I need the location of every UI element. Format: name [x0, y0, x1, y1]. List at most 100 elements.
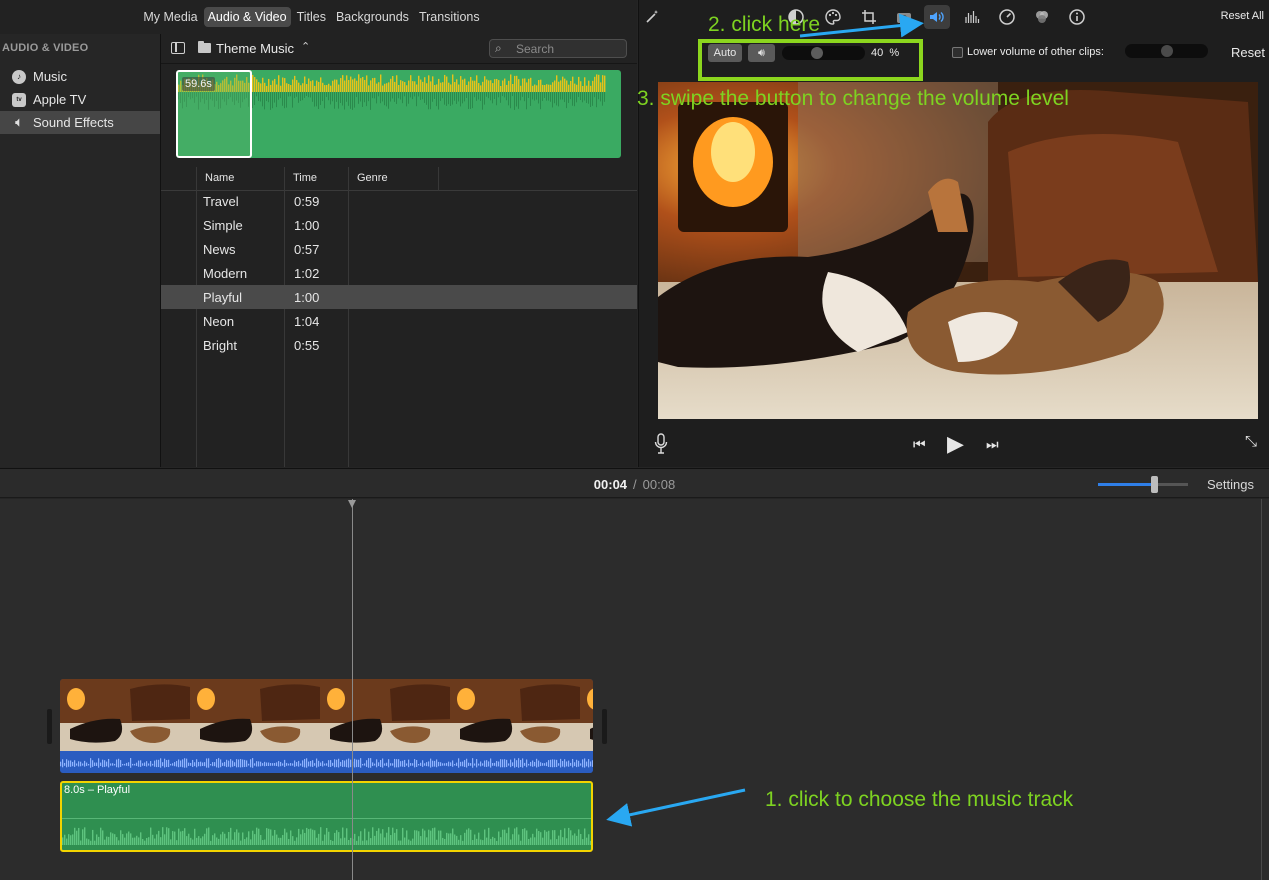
lower-volume-label: Lower volume of other clips: — [967, 46, 1104, 58]
color-palette-icon[interactable] — [820, 5, 846, 29]
tab-backgrounds[interactable]: Backgrounds — [332, 7, 413, 27]
annotation-step-3: 3. swipe the button to change the volume… — [637, 87, 1069, 110]
row-time: 0:59 — [294, 194, 320, 209]
audio-preview-waveform[interactable]: 59.6s — [176, 70, 621, 158]
playhead[interactable] — [352, 499, 353, 880]
video-clip[interactable] — [60, 679, 593, 773]
search-field[interactable]: ⌕ — [489, 39, 627, 58]
clip-thumbnail — [190, 679, 320, 751]
sidebar-item-music[interactable]: ♪ Music — [0, 65, 160, 88]
tab-audio-video[interactable]: Audio & Video — [203, 7, 291, 27]
fullscreen-icon[interactable]: ⤡ — [1245, 433, 1257, 450]
media-browser: My Media Audio & Video Titles Background… — [0, 0, 637, 467]
skip-back-icon[interactable]: ⏮︎ — [913, 436, 926, 453]
column-header-name[interactable]: Name — [205, 172, 234, 184]
info-icon[interactable] — [1064, 5, 1090, 29]
sidebar-heading: AUDIO & VIDEO — [2, 42, 89, 54]
clip-thumbnail — [60, 679, 190, 751]
timeline[interactable]: 8.0s – Playful — [0, 499, 1269, 880]
chevron-updown-icon[interactable]: ⌃ — [301, 40, 310, 53]
speaker-icon: 🔈︎ — [15, 115, 23, 129]
browser-toolbar: Theme Music ⌃ ⌕ — [161, 34, 637, 64]
play-icon[interactable]: ▶ — [947, 431, 964, 457]
row-name: News — [203, 242, 236, 257]
row-name: Playful — [203, 290, 243, 305]
row-time: 1:04 — [294, 314, 320, 329]
total-time: 00:08 — [642, 477, 676, 492]
row-name: Neon — [203, 314, 235, 329]
row-time: 1:00 — [294, 290, 320, 305]
table-row[interactable]: Neon 1:04 — [161, 309, 637, 333]
clip-audio-waveform — [60, 751, 593, 773]
zoom-slider-fill — [1098, 483, 1154, 486]
row-time: 0:57 — [294, 242, 320, 257]
table-row[interactable]: Bright 0:55 — [161, 333, 637, 357]
clip-right-handle[interactable] — [602, 709, 607, 744]
timeline-settings-button[interactable]: Settings — [1207, 477, 1254, 492]
appletv-icon: tv — [12, 92, 26, 107]
filters-icon[interactable] — [1029, 5, 1055, 29]
sidebar-item-label: Music — [33, 69, 67, 84]
search-input[interactable] — [516, 41, 621, 56]
table-header: Name Time Genre — [161, 167, 637, 191]
magic-wand-icon[interactable] — [639, 5, 665, 29]
row-name: Modern — [203, 266, 248, 281]
video-frame-image — [658, 82, 1258, 419]
table-row[interactable]: Simple 1:00 — [161, 213, 637, 237]
row-name: Travel — [203, 194, 239, 209]
column-header-time[interactable]: Time — [293, 172, 317, 184]
music-icon: ♪ — [12, 69, 26, 84]
annotation-step-1: 1. click to choose the music track — [765, 788, 1074, 811]
current-time: 00:04 — [593, 477, 628, 492]
video-preview — [658, 82, 1258, 419]
clip-thumbnail — [320, 679, 450, 751]
stabilization-icon[interactable] — [891, 5, 917, 29]
noise-reduction-icon[interactable] — [959, 5, 985, 29]
selection-duration: 59.6s — [182, 77, 215, 91]
music-waveform — [62, 827, 591, 845]
crop-icon[interactable] — [856, 5, 882, 29]
annotation-highlight-box — [698, 39, 923, 81]
reset-all-button[interactable]: Reset All — [1221, 10, 1264, 22]
table-row[interactable]: News 0:57 — [161, 237, 637, 261]
table-row[interactable]: Travel 0:59 — [161, 189, 637, 213]
table-row[interactable]: Modern 1:02 — [161, 261, 637, 285]
row-name: Bright — [203, 338, 237, 353]
clip-thumbnail — [580, 679, 593, 751]
column-header-genre[interactable]: Genre — [357, 172, 388, 184]
timecode: 00:04 / 00:08 — [0, 477, 1269, 492]
table-row[interactable]: Playful 1:00 — [161, 285, 637, 309]
skip-forward-icon[interactable]: ⏭︎ — [986, 436, 999, 453]
playhead-marker-icon[interactable] — [348, 500, 356, 508]
sidebar-item-sound-effects[interactable]: 🔈︎ Sound Effects — [0, 111, 160, 134]
zoom-slider[interactable] — [1098, 476, 1188, 493]
row-time: 1:02 — [294, 266, 320, 281]
zoom-slider-knob[interactable] — [1150, 476, 1158, 493]
tab-my-media[interactable]: My Media — [139, 7, 201, 27]
tab-titles[interactable]: Titles — [293, 7, 330, 27]
media-tabs: My Media Audio & Video Titles Background… — [0, 0, 637, 34]
reset-button[interactable]: Reset — [1231, 45, 1265, 60]
time-separator: / — [633, 477, 637, 492]
timeline-toolbar: 00:04 / 00:08 Settings — [0, 468, 1269, 498]
tab-transitions[interactable]: Transitions — [415, 7, 484, 27]
waveform-selection[interactable]: 59.6s — [176, 70, 252, 158]
timeline-end-marker — [1261, 499, 1262, 880]
sidebar-toggle-icon[interactable] — [171, 42, 185, 54]
clip-left-handle[interactable] — [47, 709, 52, 744]
speed-icon[interactable] — [994, 5, 1020, 29]
sidebar-item-label: Sound Effects — [33, 115, 114, 130]
sidebar-item-label: Apple TV — [33, 92, 87, 107]
lower-volume-slider-knob[interactable] — [1160, 45, 1173, 57]
library-sidebar: AUDIO & VIDEO ♪ Music tv Apple TV 🔈︎ Sou… — [0, 34, 161, 467]
volume-icon[interactable] — [924, 5, 950, 29]
folder-selector[interactable]: Theme Music — [216, 41, 294, 56]
lower-volume-checkbox[interactable] — [952, 47, 963, 58]
folder-icon — [198, 41, 211, 53]
music-clip[interactable]: 8.0s – Playful — [60, 781, 593, 852]
lower-volume-slider[interactable] — [1125, 44, 1208, 58]
microphone-icon[interactable] — [654, 433, 668, 455]
search-icon: ⌕ — [495, 41, 502, 55]
sidebar-item-apple-tv[interactable]: tv Apple TV — [0, 88, 160, 111]
row-time: 0:55 — [294, 338, 320, 353]
